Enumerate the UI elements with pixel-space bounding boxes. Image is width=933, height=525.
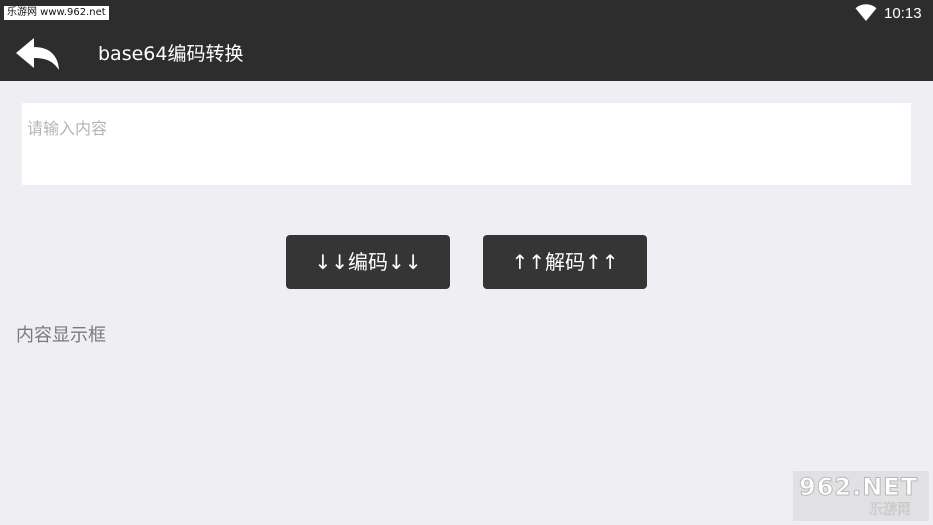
back-arrow-icon (16, 38, 59, 70)
output-display: 内容显示框 (16, 325, 106, 346)
content-input[interactable] (22, 103, 911, 185)
watermark-text: 乐游网 www.962.net (4, 6, 109, 20)
back-button[interactable] (12, 35, 64, 75)
wifi-icon (855, 4, 877, 21)
watermark-logo-subtext: 乐游网 (869, 502, 911, 518)
status-bar: 乐游网 www.962.net 10:13 (0, 0, 933, 27)
watermark-logo: 962.NET 乐游网 (793, 471, 929, 521)
page-title: base64编码转换 (98, 43, 244, 65)
status-time: 10:13 (884, 5, 922, 22)
encode-button[interactable]: ↓↓编码↓↓ (286, 235, 450, 289)
app-bar: base64编码转换 (0, 27, 933, 81)
decode-button[interactable]: ↑↑解码↑↑ (483, 235, 647, 289)
watermark-logo-text: 962.NET (798, 473, 919, 502)
